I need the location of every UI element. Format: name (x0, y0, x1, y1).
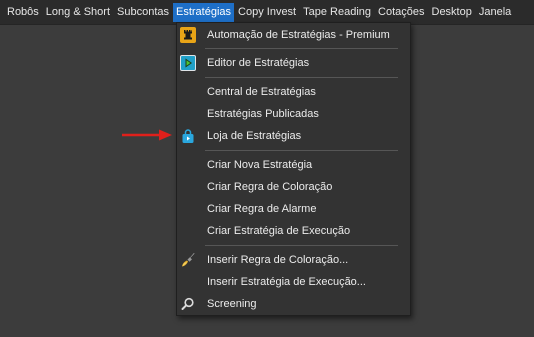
estrategias-dropdown: Automação de Estratégias - Premium Edito… (176, 22, 411, 316)
menu-item-regra-coloracao[interactable]: Criar Regra de Coloração (177, 176, 410, 198)
menu-tape-reading[interactable]: Tape Reading (300, 3, 374, 22)
play-editor-icon (180, 55, 196, 71)
menu-item-loja[interactable]: Loja de Estratégias (177, 125, 410, 147)
menu-item-publicadas[interactable]: Estratégias Publicadas (177, 103, 410, 125)
menu-separator (205, 77, 398, 78)
paintbrush-icon (180, 252, 196, 268)
menu-item-inserir-execucao[interactable]: Inserir Estratégia de Execução... (177, 271, 410, 293)
menu-separator (205, 245, 398, 246)
menu-item-editor[interactable]: Editor de Estratégias (177, 52, 410, 74)
search-icon (180, 296, 196, 312)
menu-estrategias[interactable]: Estratégias (173, 2, 235, 22)
menu-long-short[interactable]: Long & Short (43, 3, 113, 22)
menu-separator (205, 48, 398, 49)
menu-item-automacao[interactable]: Automação de Estratégias - Premium (177, 24, 410, 46)
menu-robos[interactable]: Robôs (4, 3, 42, 22)
shopping-bag-icon (180, 128, 196, 144)
menu-desktop[interactable]: Desktop (429, 3, 475, 22)
menu-cotacoes[interactable]: Cotações (375, 3, 427, 22)
menu-item-nova-estrategia[interactable]: Criar Nova Estratégia (177, 154, 410, 176)
chess-rook-icon (180, 27, 196, 43)
menu-item-estrategia-execucao[interactable]: Criar Estratégia de Execução (177, 220, 410, 242)
menu-copy-invest[interactable]: Copy Invest (235, 3, 299, 22)
menu-item-screening[interactable]: Screening (177, 293, 410, 315)
menu-item-regra-alarme[interactable]: Criar Regra de Alarme (177, 198, 410, 220)
menu-janela[interactable]: Janela (476, 3, 514, 22)
menu-item-central[interactable]: Central de Estratégias (177, 81, 410, 103)
menu-subcontas[interactable]: Subcontas (114, 3, 172, 22)
annotation-arrow (122, 129, 172, 141)
menu-separator (205, 150, 398, 151)
menu-item-inserir-coloracao[interactable]: Inserir Regra de Coloração... (177, 249, 410, 271)
